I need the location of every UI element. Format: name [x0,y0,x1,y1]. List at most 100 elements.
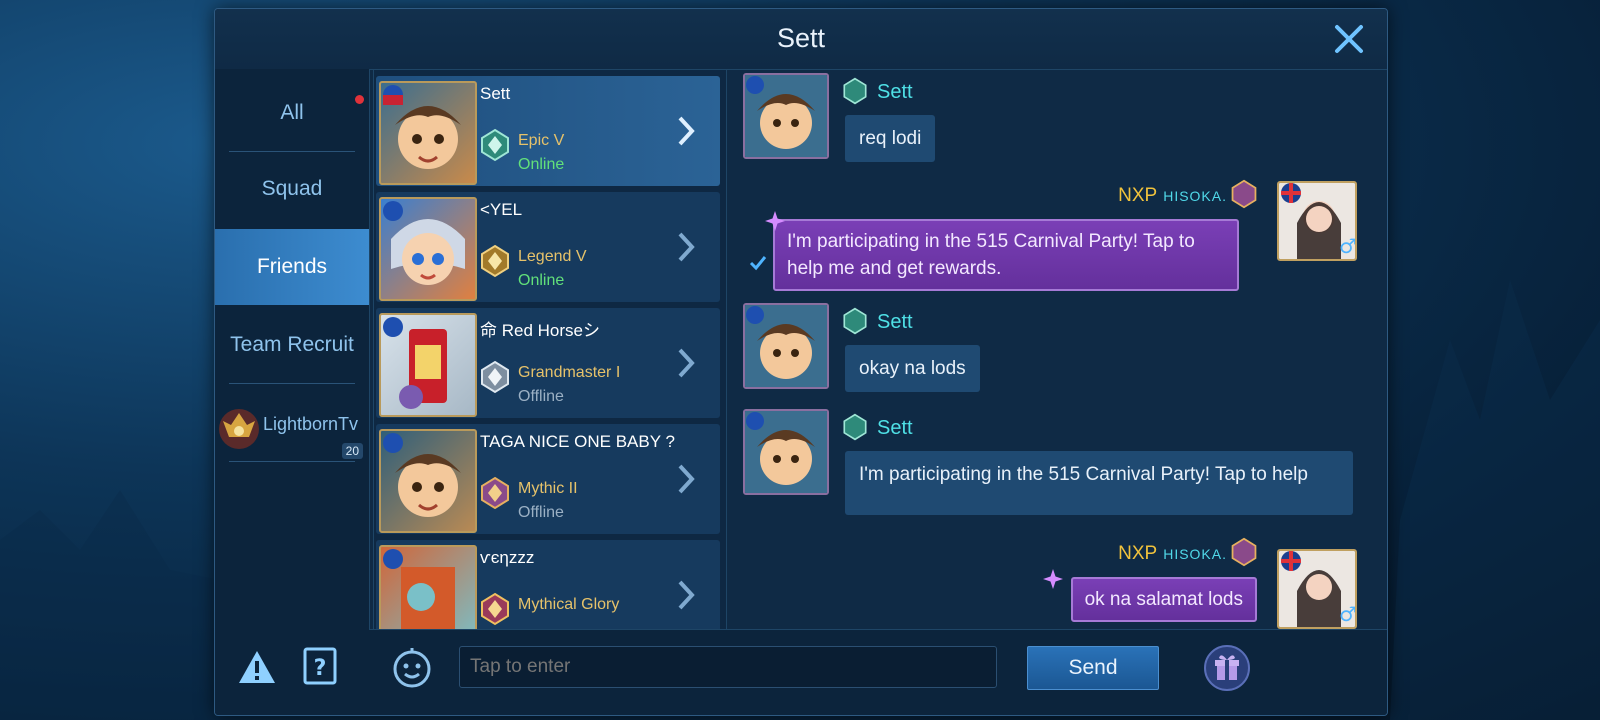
friend-name: TAGA NICE ONE BABY ? [480,432,675,451]
sender-name: NXP [1118,543,1158,564]
background-rocks [1390,280,1600,720]
sparkle-star-icon [1043,569,1063,589]
divider [229,461,355,462]
message-sender: Sett [877,417,913,439]
friend-item[interactable]: <YEL Legend V Online [376,192,720,302]
message-bubble[interactable]: I'm participating in the 515 Carnival Pa… [845,451,1353,515]
category-squad[interactable]: Squad [215,151,369,227]
emoji-icon[interactable] [391,646,433,688]
read-check-icon [749,256,767,271]
report-warning-icon[interactable] [237,649,277,685]
rank-mythic-icon [1231,537,1257,567]
friend-rank: Mythical Glory [518,596,620,613]
message-sender: NXP HISOKA. [1118,543,1227,565]
friend-rank: Mythic II [518,480,578,497]
red-horse-logo-icon [383,317,447,409]
chevron-right-icon [678,232,695,262]
notification-dot [355,95,364,104]
guild-emblem-icon [219,409,259,449]
category-sidebar: All Squad Friends Team Recruit Lightborn… [215,69,370,715]
category-team-recruit[interactable]: Team Recruit [215,307,369,383]
avatar[interactable] [743,73,829,159]
svg-text:♂: ♂ [1339,602,1355,626]
chat-messages[interactable]: Sett req lodi NXP HISOKA. ♂ I'm participa… [727,69,1377,629]
friend-status: Online [518,272,565,289]
message-sender: Sett [877,81,913,103]
chat-window: Sett All Squad Friends Team Recruit Ligh… [214,8,1388,716]
hero-portrait-icon [745,75,827,157]
message-input[interactable] [459,646,997,688]
hero-portrait-icon [383,85,461,169]
friend-rank: Epic V [518,132,565,149]
help-icon[interactable]: ? [303,647,337,685]
message-sender: NXP HISOKA. [1118,185,1227,207]
svg-text:?: ? [314,656,327,681]
avatar[interactable] [743,303,829,389]
friend-item[interactable]: TAGA NICE ONE BABY ? Mythic II Offline [376,424,720,534]
message-input-bar: Send [369,629,1387,715]
hero-portrait-icon [383,549,455,630]
rank-legend-icon [481,244,509,278]
sparkle-star-icon [765,211,785,231]
friend-name: ѵєηzzz [480,548,535,567]
category-all[interactable]: All [215,75,369,151]
message-bubble[interactable]: okay na lods [845,345,980,392]
guild-member-count: 20 [341,443,363,459]
message-sender: Sett [877,311,913,333]
friend-rank: Legend V [518,248,587,265]
category-label: All [280,101,304,124]
title-bar: Sett [215,9,1387,70]
rank-epic-icon [843,307,867,335]
avatar[interactable]: ♂ [1277,181,1357,261]
friend-name: Sett [480,84,511,103]
message-bubble[interactable]: req lodi [845,115,936,162]
user-portrait-icon: ♂ [1279,551,1355,627]
friend-list[interactable]: Sett Epic V Online <YEL Legend V Online … [373,69,727,631]
avatar[interactable]: ♂ [1277,549,1357,629]
category-label: Squad [261,177,323,200]
hero-portrait-icon [383,201,465,285]
gift-icon[interactable] [1203,644,1251,692]
rank-mythic-icon [1231,179,1257,209]
friend-name: <YEL [480,200,523,219]
category-label: Team Recruit [230,333,354,356]
message-bubble[interactable]: I'm participating in the 515 Carnival Pa… [773,219,1239,291]
category-friends[interactable]: Friends [215,229,369,305]
avatar[interactable] [743,409,829,495]
friend-status: Online [518,156,565,173]
friend-item[interactable]: ѵєηzzz Mythical Glory [376,540,720,630]
category-label: Friends [256,255,328,278]
avatar [379,429,477,533]
sender-tag: HISOKA. [1163,188,1227,204]
friend-status: Offline [518,388,564,405]
message-bubble[interactable]: ok na salamat lods [1070,577,1257,622]
svg-text:♂: ♂ [1339,234,1355,258]
friend-name: 命 Red Horseシ [480,321,600,340]
send-button[interactable]: Send [1027,646,1159,690]
close-icon[interactable] [1329,19,1369,59]
hero-portrait-icon [745,411,827,493]
rank-mythical-glory-icon [481,592,509,626]
sender-name: NXP [1118,185,1158,206]
chevron-right-icon [678,580,695,610]
rank-epic-icon [481,128,509,162]
rank-epic-icon [843,413,867,441]
friend-rank: Grandmaster I [518,364,621,381]
rank-grandmaster-icon [481,360,509,394]
user-portrait-icon: ♂ [1279,183,1355,259]
hero-portrait-icon [383,433,461,517]
friend-status: Offline [518,504,564,521]
sender-tag: HISOKA. [1163,546,1227,562]
rank-mythic-icon [481,476,509,510]
friend-item[interactable]: Sett Epic V Online [376,76,720,186]
chevron-right-icon [678,348,695,378]
guild-name: LightbornTv [263,414,359,434]
friend-item[interactable]: 命 Red Horseシ Grandmaster I Offline [376,308,720,418]
window-title: Sett [776,23,826,53]
avatar [379,313,477,417]
sidebar-tools: ? [237,647,337,690]
background-rocks [0,490,220,720]
avatar [379,545,477,630]
avatar [379,197,477,301]
guild-item[interactable]: LightbornTv 20 [215,403,369,465]
